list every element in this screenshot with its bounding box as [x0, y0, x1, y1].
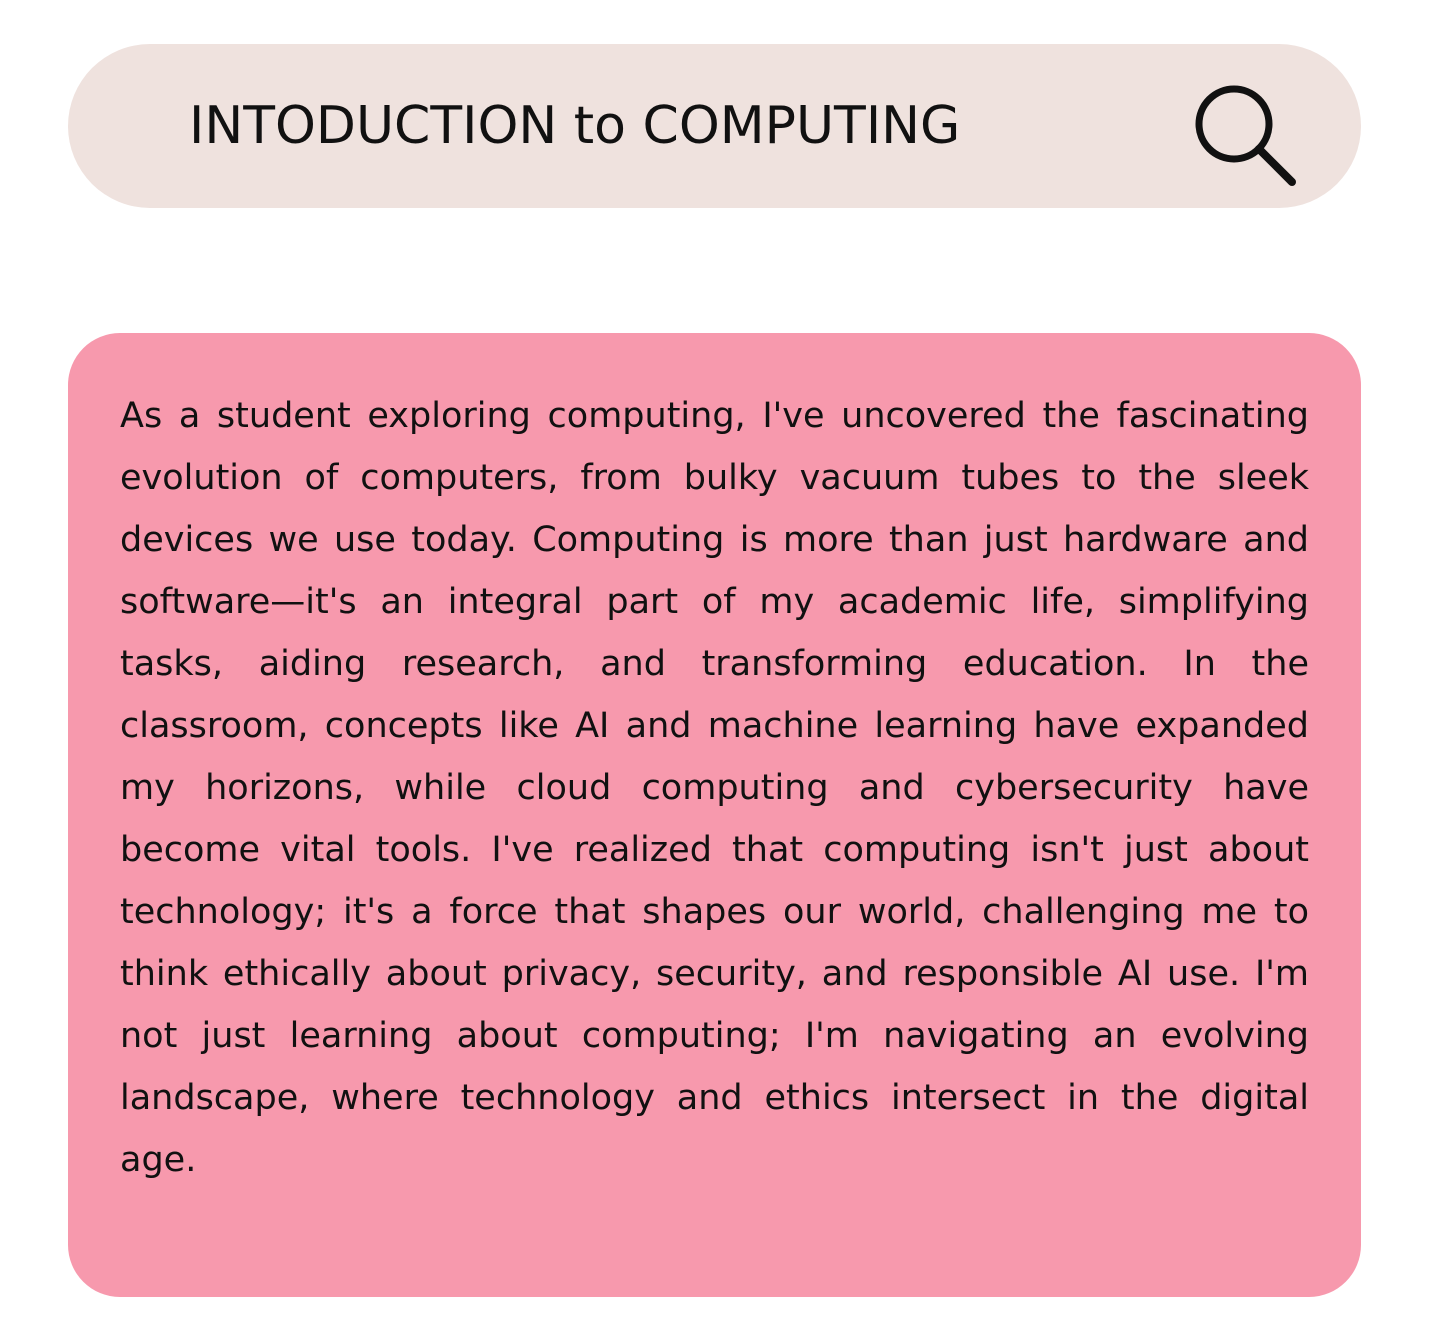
content-card: As a student exploring computing, I've u…	[68, 333, 1361, 1297]
search-icon[interactable]	[1186, 78, 1302, 194]
content-paragraph: As a student exploring computing, I've u…	[120, 396, 1309, 1180]
search-bar[interactable]: INTODUCTION to COMPUTING	[68, 44, 1361, 208]
search-input[interactable]: INTODUCTION to COMPUTING	[189, 94, 960, 158]
